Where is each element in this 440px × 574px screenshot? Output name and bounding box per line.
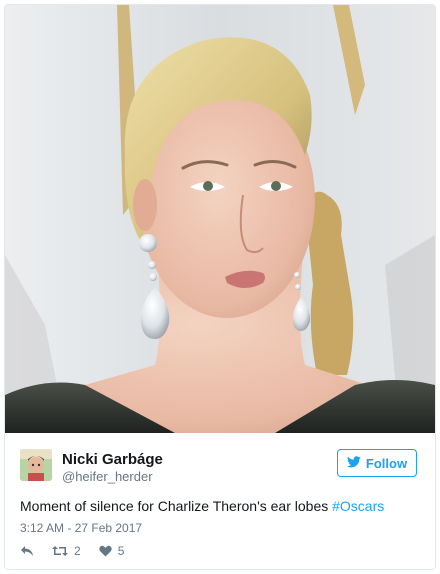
retweet-count: 2 xyxy=(74,544,81,558)
like-button[interactable]: 5 xyxy=(98,544,125,558)
retweet-icon xyxy=(52,545,68,557)
twitter-bird-icon xyxy=(346,455,361,471)
tweet-actions: 2 5 xyxy=(20,543,142,559)
tweet-body: Nicki Garbáge @heifer_herder Follow Mome… xyxy=(5,433,435,569)
user-handle[interactable]: @heifer_herder xyxy=(62,469,153,484)
tweet-timestamp[interactable]: 3:12 AM - 27 Feb 2017 xyxy=(20,521,142,535)
like-count: 5 xyxy=(117,544,125,558)
heart-icon xyxy=(98,545,112,557)
reply-button[interactable] xyxy=(20,545,34,557)
tweet-photo[interactable] xyxy=(5,5,435,433)
follow-button[interactable]: Follow xyxy=(337,449,417,477)
tweet-text: Moment of silence for Charlize Theron's … xyxy=(20,497,420,515)
display-name[interactable]: Nicki Garbáge xyxy=(62,451,163,468)
retweet-button[interactable]: 2 xyxy=(52,544,81,558)
hashtag-link[interactable]: #Oscars xyxy=(332,498,384,514)
avatar[interactable] xyxy=(20,449,52,481)
follow-label: Follow xyxy=(365,455,408,471)
reply-icon xyxy=(20,545,34,557)
tweet-text-body: Moment of silence for Charlize Theron's … xyxy=(20,498,333,514)
tweet-card: Nicki Garbáge @heifer_herder Follow Mome… xyxy=(4,4,436,570)
